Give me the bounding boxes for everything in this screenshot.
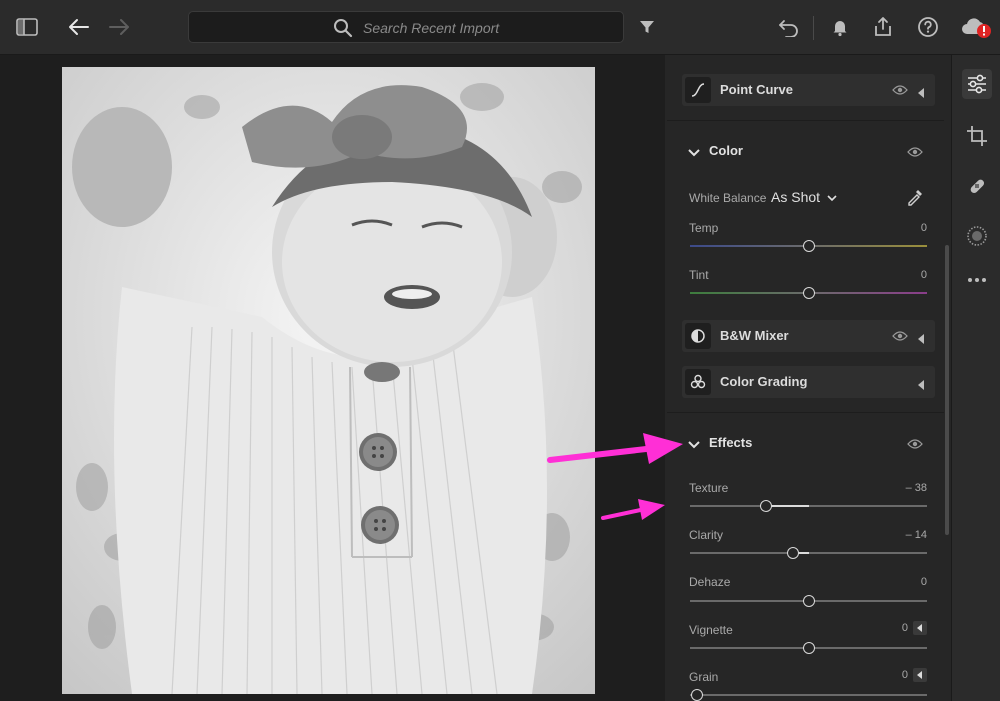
collapse-caret-icon[interactable] [918,331,924,349]
filter-icon[interactable] [634,14,660,40]
dehaze-value: 0 [920,576,927,588]
texture-slider-knob[interactable] [760,500,772,512]
healing-bandage-icon[interactable] [962,171,992,201]
back-arrow-icon[interactable] [66,14,92,40]
clarity-slider-knob[interactable] [787,547,799,559]
edit-sliders-icon[interactable] [962,69,992,99]
masking-icon[interactable] [962,221,992,251]
vignette-value: 0 [901,622,908,634]
toolbar-divider [813,16,814,40]
chevron-down-icon[interactable] [688,145,700,163]
white-balance-label: White Balance [689,191,767,205]
texture-slider-fill [767,505,809,507]
eye-icon[interactable] [892,83,908,101]
white-balance-value: As Shot [771,189,821,205]
top-toolbar [0,0,1000,55]
undo-icon[interactable] [776,14,802,40]
eye-icon[interactable] [892,329,908,347]
vignette-slider-knob[interactable] [803,642,815,654]
section-divider [667,120,944,121]
share-icon[interactable] [870,14,896,40]
temp-value: 0 [920,222,927,234]
color-grading-section[interactable]: Color Grading [682,366,935,398]
search-input[interactable] [361,17,605,39]
tint-value: 0 [920,269,927,281]
white-balance-dropdown[interactable]: As Shot [771,189,837,205]
color-grading-icon [685,369,711,395]
annotation-arrow-texture [601,499,665,520]
color-grading-title: Color Grading [720,374,808,389]
curve-icon [685,77,711,103]
eyedropper-icon[interactable] [906,186,926,211]
temp-slider-knob[interactable] [803,240,815,252]
bw-mixer-title: B&W Mixer [720,328,789,343]
vignette-expand-caret-icon[interactable] [913,621,927,635]
point-curve-title: Point Curve [720,82,793,97]
collapse-caret-icon[interactable] [918,85,924,103]
help-icon[interactable] [915,14,941,40]
more-options-icon[interactable] [962,265,992,295]
dehaze-slider-knob[interactable] [803,595,815,607]
temp-label: Temp [689,221,719,235]
tool-rail [951,55,1000,701]
clarity-value: – 14 [905,529,927,541]
grain-expand-caret-icon[interactable] [913,668,927,682]
forward-arrow-icon[interactable] [106,14,132,40]
search-field[interactable] [188,11,624,43]
tint-slider-knob[interactable] [803,287,815,299]
dehaze-label: Dehaze [689,575,731,589]
crop-icon[interactable] [962,121,992,151]
baby-photo [62,67,595,694]
annotation-arrow-effects [547,433,683,464]
search-icon [333,18,353,43]
annotation-arrows [547,433,683,520]
vignette-label: Vignette [689,623,733,637]
grain-value: 0 [901,669,908,681]
chevron-down-icon [827,195,837,202]
bell-icon[interactable] [827,14,853,40]
grain-slider-knob[interactable] [691,689,703,701]
clarity-label: Clarity [689,528,724,542]
grain-slider-track[interactable] [690,694,927,696]
panel-toggle-icon[interactable] [14,14,40,40]
collapse-caret-icon[interactable] [918,377,924,395]
color-section-title[interactable]: Color [709,143,743,158]
bw-mixer-section[interactable]: B&W Mixer [682,320,935,352]
panel-scrollbar[interactable] [945,245,949,535]
cloud-sync-alert-icon[interactable] [960,14,994,40]
effects-section-title[interactable]: Effects [709,435,752,450]
point-curve-section[interactable]: Point Curve [682,74,935,106]
tint-label: Tint [689,268,709,282]
texture-value: – 38 [905,482,927,494]
photo-canvas [0,55,665,701]
grain-label: Grain [689,670,719,684]
bw-mixer-icon [685,323,711,349]
eye-icon[interactable] [907,145,923,163]
eye-icon[interactable] [907,437,923,455]
section-divider [667,412,944,413]
